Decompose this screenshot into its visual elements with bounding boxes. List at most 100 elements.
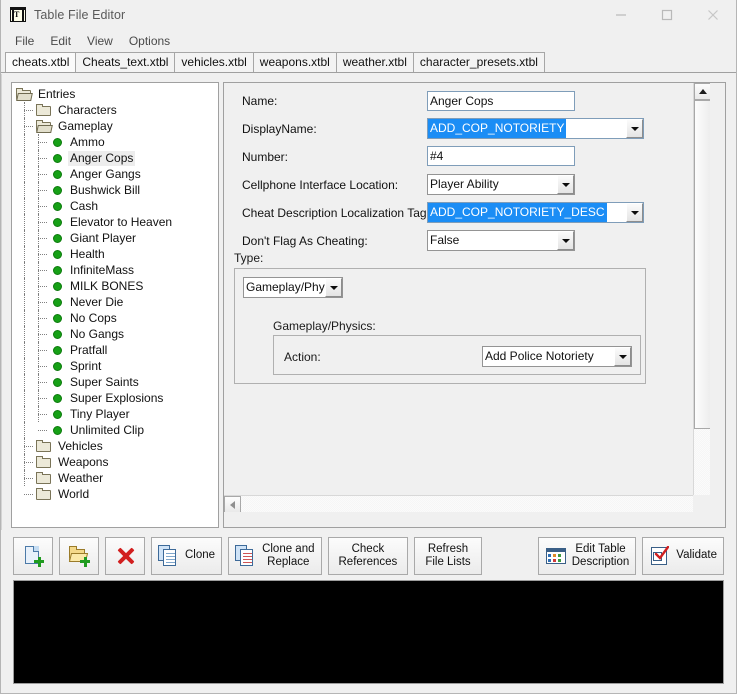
- dont-flag-row: Don't Flag As Cheating:: [242, 231, 432, 251]
- tree-node-characters[interactable]: Characters: [16, 102, 218, 118]
- name-input[interactable]: Anger Cops: [427, 91, 575, 111]
- scroll-left-button[interactable]: [224, 496, 241, 512]
- entry-bullet-icon: [53, 265, 62, 275]
- tree-item-no-gangs[interactable]: No Gangs: [16, 326, 218, 342]
- action-toolbar: Clone Clone and Replace Check References…: [1, 532, 736, 579]
- tree-node-weather[interactable]: Weather: [16, 470, 218, 486]
- clone-button[interactable]: Clone: [151, 536, 223, 575]
- tree-item-label: Tiny Player: [70, 406, 130, 421]
- tree-node-vehicles[interactable]: Vehicles: [16, 438, 218, 454]
- menu-options[interactable]: Options: [121, 32, 178, 50]
- tab-cheats-xtbl[interactable]: cheats.xtbl: [5, 52, 77, 72]
- tree-connector: [24, 406, 25, 422]
- clone-and-replace-button-label: Clone and Replace: [262, 542, 315, 568]
- chevron-down-icon[interactable]: [626, 119, 643, 138]
- dont-flag-combo[interactable]: False: [427, 230, 575, 251]
- tree-item-tiny-player[interactable]: Tiny Player: [16, 406, 218, 422]
- tree-item-milk-bones[interactable]: MILK BONES: [16, 278, 218, 294]
- gameplay-children: Ammo Anger Cops Anger Gangs Bushwick Bill Ca…: [16, 134, 218, 438]
- tree-item-elevator-to-heaven[interactable]: Elevator to Heaven: [16, 214, 218, 230]
- chevron-down-icon[interactable]: [325, 278, 342, 297]
- entry-bullet-icon: [53, 297, 62, 307]
- validate-button[interactable]: Validate: [642, 536, 724, 575]
- tree-item-ammo[interactable]: Ammo: [16, 134, 218, 150]
- tree-item-unlimited-clip[interactable]: Unlimited Clip: [16, 422, 218, 438]
- check-references-button[interactable]: Check References: [327, 536, 409, 575]
- chevron-down-icon[interactable]: [614, 347, 631, 366]
- tree-item-infinitemass[interactable]: InfiniteMass: [16, 262, 218, 278]
- chevron-down-icon[interactable]: [557, 175, 574, 194]
- cheat-desc-tag-combo[interactable]: ADD_COP_NOTORIETY_DESC: [427, 202, 644, 223]
- tree-item-bushwick-bill[interactable]: Bushwick Bill: [16, 182, 218, 198]
- tree-item-label: Pratfall: [70, 342, 108, 357]
- tree-node-gameplay[interactable]: Gameplay: [16, 118, 218, 134]
- entry-bullet-icon: [53, 249, 62, 259]
- tree-connector: [24, 438, 36, 454]
- tree-item-anger-cops[interactable]: Anger Cops: [16, 150, 218, 166]
- tab-weapons-xtbl[interactable]: weapons.xtbl: [252, 52, 337, 72]
- folder-icon: [36, 455, 52, 469]
- tree-node-label: Vehicles: [58, 438, 103, 453]
- tree-item-cash[interactable]: Cash: [16, 198, 218, 214]
- display-name-combo[interactable]: ADD_COP_NOTORIETY: [427, 118, 644, 139]
- tab-weather-xtbl[interactable]: weather.xtbl: [335, 52, 414, 72]
- tree-connector: [38, 246, 50, 262]
- edit-table-description-button[interactable]: Edit Table Description: [537, 536, 637, 575]
- chevron-down-icon[interactable]: [626, 203, 643, 222]
- tree-connector: [38, 230, 50, 246]
- form-vertical-scrollbar[interactable]: [693, 83, 710, 512]
- maximize-icon[interactable]: [644, 0, 690, 30]
- tree-item-never-die[interactable]: Never Die: [16, 294, 218, 310]
- entry-bullet-icon: [53, 233, 62, 243]
- tab-cheats-text-xtbl[interactable]: Cheats_text.xtbl: [75, 52, 176, 72]
- tree-item-label: Anger Gangs: [70, 166, 141, 181]
- new-file-button[interactable]: [13, 536, 53, 575]
- tree-node-label: Weapons: [58, 454, 109, 469]
- open-folder-button[interactable]: [59, 536, 99, 575]
- scroll-thumb-vertical[interactable]: [694, 100, 710, 429]
- type-combo[interactable]: Gameplay/Physi: [243, 277, 343, 298]
- tree-connector: [38, 342, 50, 358]
- tree-item-anger-gangs[interactable]: Anger Gangs: [16, 166, 218, 182]
- tree-item-giant-player[interactable]: Giant Player: [16, 230, 218, 246]
- table-file-editor-icon: T: [9, 6, 27, 24]
- window-vertical-scrollbar[interactable]: [719, 74, 735, 530]
- refresh-file-lists-button[interactable]: Refresh File Lists: [414, 536, 482, 575]
- tree-node-world[interactable]: World: [16, 486, 218, 502]
- form-horizontal-scrollbar[interactable]: [224, 495, 710, 512]
- chevron-down-icon[interactable]: [557, 231, 574, 250]
- menu-file[interactable]: File: [7, 32, 42, 50]
- menu-edit[interactable]: Edit: [42, 32, 79, 50]
- tab-character-presets-xtbl[interactable]: character_presets.xtbl: [412, 52, 545, 72]
- type-group-box: Gameplay/Physi Gameplay/Physics: Action:…: [234, 268, 646, 384]
- tree-node-weapons[interactable]: Weapons: [16, 454, 218, 470]
- tree-item-label: No Cops: [70, 310, 117, 325]
- tree-item-pratfall[interactable]: Pratfall: [16, 342, 218, 358]
- action-combo[interactable]: Add Police Notoriety: [482, 346, 632, 367]
- menu-view[interactable]: View: [79, 32, 121, 50]
- entries-tree-panel[interactable]: Entries Characters Gameplay Ammo Anger C…: [11, 82, 219, 528]
- number-label: Number:: [242, 150, 289, 164]
- cheat-desc-tag-row: Cheat Description Localization Tag:: [242, 203, 432, 223]
- table-grid-icon: [545, 545, 567, 567]
- scroll-track-horizontal[interactable]: [241, 496, 693, 512]
- output-console[interactable]: [13, 580, 724, 684]
- tree-item-label: No Gangs: [70, 326, 125, 341]
- cellphone-location-combo[interactable]: Player Ability: [427, 174, 575, 195]
- tree-connector: [24, 342, 25, 358]
- clone-and-replace-button[interactable]: Clone and Replace: [228, 536, 322, 575]
- tree-connector: [24, 470, 36, 486]
- tree-item-health[interactable]: Health: [16, 246, 218, 262]
- number-input[interactable]: #4: [427, 146, 575, 166]
- tab-vehicles-xtbl[interactable]: vehicles.xtbl: [174, 52, 254, 72]
- tree-item-no-cops[interactable]: No Cops: [16, 310, 218, 326]
- delete-button[interactable]: [105, 536, 145, 575]
- tree-item-super-explosions[interactable]: Super Explosions: [16, 390, 218, 406]
- tree-item-sprint[interactable]: Sprint: [16, 358, 218, 374]
- tree-item-super-saints[interactable]: Super Saints: [16, 374, 218, 390]
- minimize-icon[interactable]: [598, 0, 644, 30]
- close-icon[interactable]: [690, 0, 736, 30]
- tree-node-entries[interactable]: Entries: [16, 86, 218, 102]
- tree-connector: [24, 246, 25, 262]
- scroll-up-button[interactable]: [694, 83, 710, 100]
